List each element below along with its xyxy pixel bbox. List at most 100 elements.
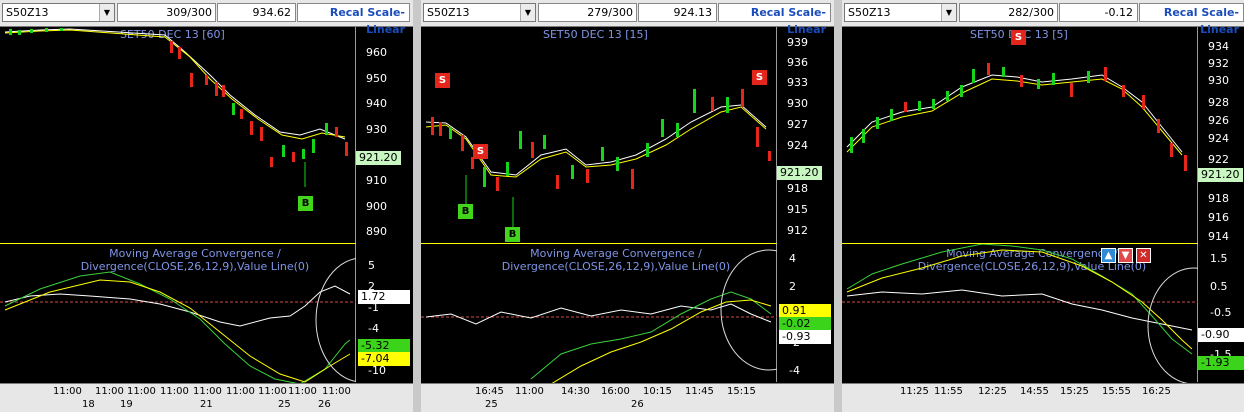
time-label: 11:00 [193, 386, 222, 397]
time-label: 11:45 [685, 386, 714, 397]
price-chart [846, 63, 1187, 171]
panel-toolbar: S50Z13 ▼ 309/300 934.62 Recal Scale-Linea… [0, 0, 413, 36]
symbol-select[interactable]: S50Z13 ▼ [2, 3, 115, 22]
price-tick: 924 [787, 139, 808, 152]
macd-tag: -5.32 [358, 339, 410, 353]
chart-panel-2: S50Z13 ▼ 279/300 924.13 Recal Scale-Linea… [421, 0, 834, 412]
date-label: 25 [485, 399, 498, 410]
time-axis: 11:25 11:55 12:25 14:55 15:25 15:55 16:2… [842, 383, 1244, 412]
time-label: 11:00 [160, 386, 189, 397]
chart-panel-1: S50Z13 ▼ 309/300 934.62 Recal Scale-Linea… [0, 0, 413, 412]
price-tick: 910 [366, 174, 387, 187]
price-tick: 950 [366, 72, 387, 85]
chevron-down-icon[interactable]: ▼ [99, 4, 114, 21]
time-label: 11:00 [226, 386, 255, 397]
bar-counter: 279/300 [538, 3, 637, 22]
time-label: 14:30 [561, 386, 590, 397]
ma-yellow [4, 29, 346, 140]
price-tick: 940 [366, 97, 387, 110]
price-tag: 921.20 [356, 151, 401, 165]
time-label: 11:00 [127, 386, 156, 397]
panel-toolbar: S50Z13 ▼ 279/300 924.13 Recal Scale-Linea… [421, 0, 834, 36]
macd-yellow [550, 299, 772, 384]
time-label: 12:25 [978, 386, 1007, 397]
ma-yellow [846, 78, 1183, 156]
chevron-down-icon[interactable]: ▼ [941, 4, 956, 21]
price-tick: 933 [787, 76, 808, 89]
highlight-circle [720, 249, 777, 371]
price-tick: 916 [1208, 211, 1229, 224]
sell-signal[interactable]: S [435, 73, 450, 88]
buy-signal[interactable]: B [505, 227, 520, 242]
macd-tag: 0.91 [779, 304, 831, 318]
price-tick: 928 [1208, 96, 1229, 109]
chevron-down-icon[interactable]: ▼ [520, 4, 535, 21]
time-label: 16:45 [475, 386, 504, 397]
price-tick: 915 [787, 203, 808, 216]
macd-tick: 5 [368, 259, 375, 272]
buy-signal[interactable]: B [458, 204, 473, 219]
bar-counter: 282/300 [959, 3, 1058, 22]
time-label: 16:25 [1142, 386, 1171, 397]
macd-tick: -4 [789, 364, 800, 377]
price-tick: 930 [787, 97, 808, 110]
date-label: 25 [278, 399, 291, 410]
ma-white [846, 74, 1183, 153]
recal-scale-button[interactable]: Recal Scale-Linear [718, 3, 831, 36]
symbol-select[interactable]: S50Z13 ▼ [844, 3, 957, 22]
macd-tick: -4 [368, 322, 379, 335]
time-label: 15:15 [727, 386, 756, 397]
price-tick: 922 [1208, 153, 1229, 166]
price-tick: 934 [1208, 40, 1229, 53]
macd-tick: 1.5 [1210, 252, 1228, 265]
macd-chart [421, 249, 777, 384]
highlight-circle [315, 258, 356, 382]
date-label: 21 [200, 399, 213, 410]
recal-scale-button[interactable]: Recal Scale-Linear [297, 3, 410, 36]
price-tick: 912 [787, 224, 808, 237]
time-label: 11:55 [934, 386, 963, 397]
macd-chart [842, 244, 1198, 384]
sell-signal[interactable]: S [1011, 30, 1026, 45]
time-label: 11:00 [322, 386, 351, 397]
bar-counter: 309/300 [117, 3, 216, 22]
time-label: 11:25 [900, 386, 929, 397]
time-label: 14:55 [1020, 386, 1049, 397]
macd-tag: -0.93 [779, 330, 831, 344]
symbol-select[interactable]: S50Z13 ▼ [423, 3, 536, 22]
price-tick: 936 [787, 56, 808, 69]
price-tick: 932 [1208, 57, 1229, 70]
last-value: 924.13 [638, 3, 717, 22]
macd-chart [0, 258, 356, 384]
price-tag: 921.20 [1198, 168, 1243, 182]
macd-green [846, 244, 1193, 355]
price-tick: 930 [366, 123, 387, 136]
time-axis: 11:00 11:00 11:00 11:00 11:00 11:00 11:0… [0, 383, 413, 412]
time-label: 11:00 [53, 386, 82, 397]
macd-white [846, 289, 1193, 331]
time-label: 11:00 [515, 386, 544, 397]
price-tick: 900 [366, 200, 387, 213]
buy-signal[interactable]: B [298, 196, 313, 211]
macd-white [425, 303, 772, 325]
macd-tick: -0.5 [1210, 306, 1232, 319]
sell-signal[interactable]: S [752, 70, 767, 85]
last-value: -0.12 [1059, 3, 1138, 22]
ma-yellow [425, 106, 767, 178]
time-label: 16:00 [601, 386, 630, 397]
macd-tag: -1.93 [1198, 356, 1244, 370]
price-tick: 939 [787, 36, 808, 49]
macd-tag: -7.04 [358, 352, 410, 366]
date-label: 26 [318, 399, 331, 410]
recal-scale-button[interactable]: Recal Scale-Linear [1139, 3, 1244, 36]
price-tick: 918 [787, 182, 808, 195]
macd-green [530, 291, 772, 380]
date-label: 19 [120, 399, 133, 410]
last-value: 934.62 [217, 3, 296, 22]
macd-tick: 0.5 [1210, 280, 1228, 293]
time-label: 10:15 [643, 386, 672, 397]
sell-signal[interactable]: S [473, 144, 488, 159]
macd-tick: 2 [789, 280, 796, 293]
macd-tag: -0.02 [779, 317, 831, 331]
macd-white [4, 285, 351, 327]
